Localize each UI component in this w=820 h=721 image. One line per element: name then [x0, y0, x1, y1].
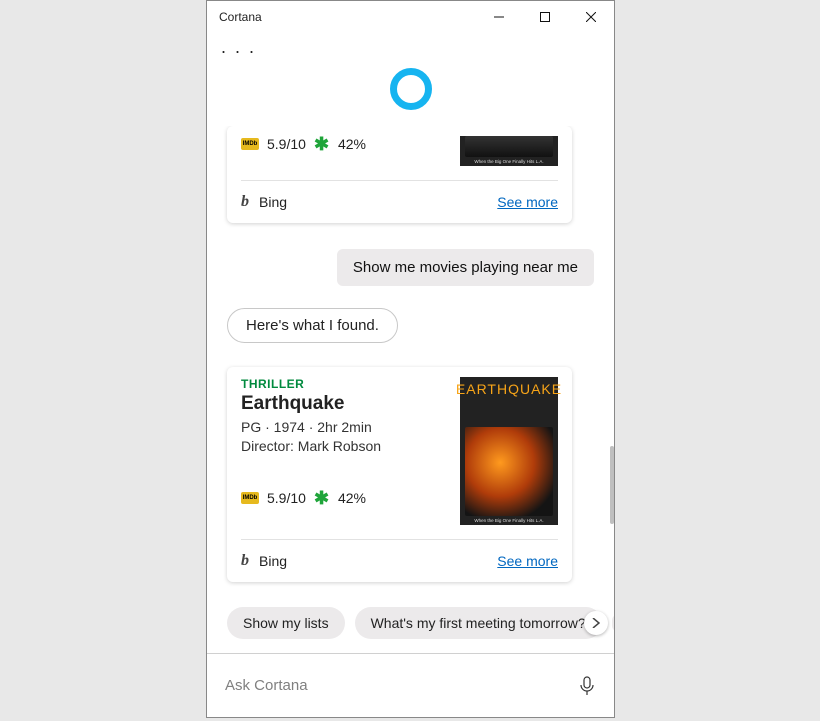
rotten-tomatoes-icon: ✱ [314, 136, 330, 152]
ratings-row: IMDb 5.9/10 ✱ 42% [241, 136, 446, 152]
bing-icon: b [241, 552, 249, 570]
movie-card[interactable]: IMDb 5.9/10 ✱ 42% When the Big One Final… [227, 126, 572, 223]
chevron-right-icon [592, 618, 600, 628]
chat-area: IMDb 5.9/10 ✱ 42% When the Big One Final… [207, 126, 614, 597]
close-button[interactable] [568, 1, 614, 33]
bing-label: Bing [259, 194, 287, 210]
rt-rating: 42% [338, 136, 366, 152]
minimize-button[interactable] [476, 1, 522, 33]
poster-tagline: When the Big One Finally Hits L.A. [474, 159, 543, 164]
poster-title: EARTHQUAKE [456, 381, 562, 397]
mic-button[interactable] [578, 676, 596, 696]
movie-director: Director: Mark Robson [241, 438, 446, 454]
movie-poster: EARTHQUAKE When the Big One Finally Hits… [460, 377, 558, 525]
scrollbar-thumb[interactable] [610, 446, 614, 524]
cortana-logo-wrap [207, 68, 614, 126]
see-more-link[interactable]: See more [497, 194, 558, 210]
imdb-rating: 5.9/10 [267, 490, 306, 506]
cortana-logo-icon [390, 68, 432, 110]
movie-genre: THRILLER [241, 377, 446, 391]
rotten-tomatoes-icon: ✱ [314, 490, 330, 506]
bing-icon: b [241, 193, 249, 211]
imdb-icon: IMDb [241, 492, 259, 504]
rt-rating: 42% [338, 490, 366, 506]
titlebar: Cortana [207, 1, 614, 33]
user-message: Show me movies playing near me [337, 249, 594, 286]
movie-meta: PG · 1974 · 2hr 2min [241, 419, 446, 435]
suggestion-chip[interactable]: What's my first meeting tomorrow? [355, 607, 602, 639]
movie-title: Earthquake [241, 393, 446, 415]
mic-icon [580, 676, 594, 696]
see-more-link[interactable]: See more [497, 553, 558, 569]
input-bar [207, 653, 614, 717]
cortana-window: Cortana . . . IMDb 5.9/10 [206, 0, 615, 718]
cortana-message: Here's what I found. [227, 308, 398, 343]
window-controls [476, 1, 614, 33]
bing-source[interactable]: b Bing [241, 552, 287, 570]
bing-label: Bing [259, 553, 287, 569]
window-title: Cortana [219, 10, 262, 24]
suggestion-bar: Show my lists What's my first meeting to… [207, 597, 614, 653]
movie-card[interactable]: THRILLER Earthquake PG · 1974 · 2hr 2min… [227, 367, 572, 582]
ratings-row: IMDb 5.9/10 ✱ 42% [241, 490, 446, 506]
movie-poster: When the Big One Finally Hits L.A. [460, 136, 558, 166]
ask-cortana-input[interactable] [225, 677, 578, 694]
suggestion-chip[interactable]: Show my lists [227, 607, 345, 639]
maximize-button[interactable] [522, 1, 568, 33]
suggestions-next-button[interactable] [584, 611, 608, 635]
bing-source[interactable]: b Bing [241, 193, 287, 211]
imdb-rating: 5.9/10 [267, 136, 306, 152]
suggestion-chip[interactable] [612, 615, 614, 631]
more-menu-button[interactable]: . . . [207, 33, 614, 68]
poster-tagline: When the Big One Finally Hits L.A. [474, 518, 543, 523]
imdb-icon: IMDb [241, 138, 259, 150]
